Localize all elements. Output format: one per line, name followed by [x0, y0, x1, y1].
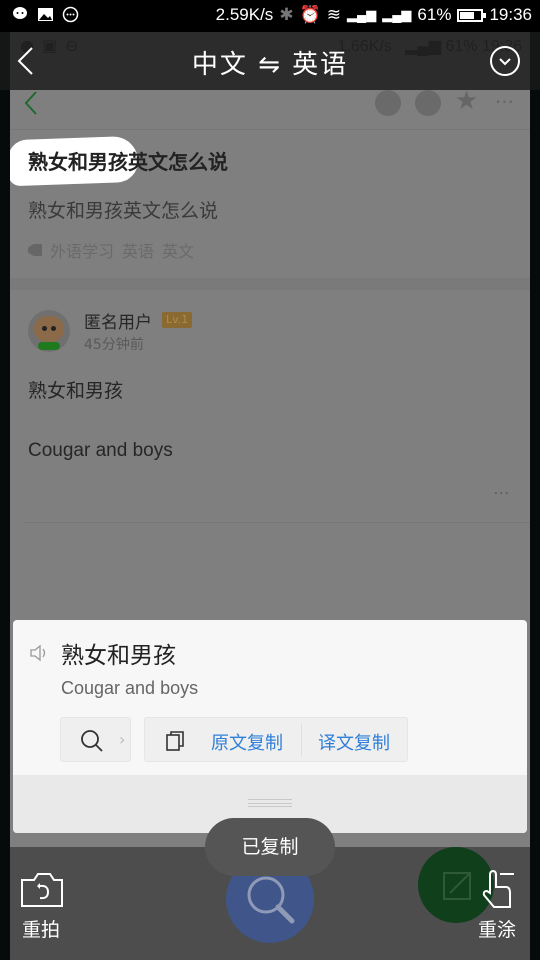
answer-text-1: 熟女和男孩 [28, 380, 124, 402]
star-icon: ★ [454, 86, 479, 116]
drag-handle[interactable] [248, 799, 292, 807]
divider [301, 723, 302, 757]
clock: 19:36 [489, 5, 532, 24]
copy-icon [166, 731, 184, 751]
more-icon: ··· [494, 90, 514, 114]
redo-label[interactable]: 重涂 [478, 915, 516, 942]
underlying-nav: ★ ··· [10, 86, 530, 130]
avatar [28, 310, 70, 352]
signal-icon-2: ▂▄▆ [382, 7, 412, 22]
answer-more-button: ··· [493, 486, 510, 502]
translated-text: Cougar and boys [61, 678, 199, 698]
source-text: 熟女和男孩 [61, 643, 176, 669]
copy-source-button[interactable]: 原文复制 [211, 729, 283, 755]
wechat-share-icon [374, 90, 401, 116]
divider [24, 522, 530, 523]
answer-username: 匿名用户 [84, 313, 152, 333]
tag: 外语学习 [50, 242, 115, 261]
section-divider [10, 278, 530, 290]
translation-card: 熟女和男孩 Cougar and boys › 原文复制 译文复制 [13, 620, 527, 833]
battery-percent: 61% [417, 5, 452, 24]
moments-share-icon [414, 90, 441, 116]
wifi-icon: ≋ [326, 5, 341, 24]
dropdown-button[interactable] [490, 46, 520, 76]
speaker-icon[interactable] [29, 644, 49, 662]
status-bar: 2.59K/s ✱ ⏰ ≋ ▂▄▆ ▂▄▆ 61% 19:36 [0, 0, 540, 32]
search-icon [81, 730, 103, 752]
bluetooth-icon: ✱ [279, 5, 294, 24]
hand-pointer-icon[interactable] [480, 869, 516, 909]
language-selector[interactable]: 中文 ⇋ 英语 [0, 44, 540, 81]
tag: 英文 [162, 242, 195, 261]
back-icon-underlying [24, 91, 37, 115]
answer-section: 匿名用户 Lv.1 45分钟前 熟女和男孩 Cougar and boys ··… [10, 290, 530, 530]
signal-icon: ▂▄▆ [346, 7, 377, 22]
question-title: 熟女和男孩英文怎么说 [28, 150, 228, 174]
net-speed: 2.59K/s [215, 5, 274, 24]
retake-camera-icon[interactable] [20, 872, 64, 908]
copy-group: 原文复制 译文复制 [144, 717, 408, 762]
copied-toast: 已复制 [205, 818, 335, 876]
chevron-down-icon [499, 58, 511, 66]
app-header: 中文 ⇋ 英语 [0, 32, 540, 90]
image-icon [38, 8, 53, 21]
question-description: 熟女和男孩英文怎么说 [28, 200, 219, 222]
search-button[interactable]: › [60, 717, 131, 762]
tag-icon [28, 244, 42, 256]
battery-icon [457, 8, 487, 22]
alarm-icon: ⏰ [299, 5, 321, 24]
level-badge: Lv.1 [162, 312, 193, 328]
copy-translation-button[interactable]: 译文复制 [318, 729, 390, 755]
answer-text-2: Cougar and boys [28, 440, 173, 461]
wechat-icon [13, 7, 27, 19]
answer-time: 45分钟前 [84, 337, 144, 353]
question-tags: 外语学习 英语 英文 [28, 238, 194, 262]
tag: 英语 [122, 242, 155, 261]
chevron-right-icon: › [119, 730, 126, 749]
message-icon [62, 6, 79, 23]
retake-label[interactable]: 重拍 [22, 915, 60, 942]
question-section: 熟女和男孩英文怎么说 熟女和男孩英文怎么说 外语学习 英语 英文 [10, 130, 530, 278]
